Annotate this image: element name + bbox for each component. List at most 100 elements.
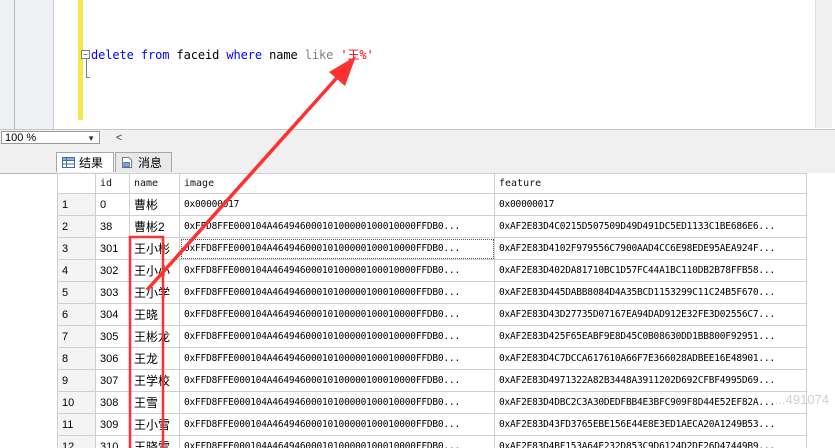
column-header[interactable]: image (179, 173, 495, 194)
image-cell[interactable]: 0x00000017 (179, 193, 495, 216)
row-number-cell[interactable]: 3 (57, 237, 96, 260)
feature-cell[interactable]: 0xAF2E83D43D27735D07167EA94DAD912E32FE3D… (494, 303, 807, 326)
name-cell[interactable]: 王龙 (129, 347, 180, 370)
column-header[interactable]: name (129, 173, 180, 194)
feature-cell[interactable]: 0xAF2E83D445DABB8084D4A35BCD1153299C11C2… (494, 281, 807, 304)
feature-cell[interactable]: 0xAF2E83D43FD3765EBE156E44E8E3ED1AECA20A… (494, 413, 807, 436)
image-cell[interactable]: 0xFFD8FFE000104A464946000101000001000100… (179, 435, 495, 448)
feature-cell[interactable]: 0xAF2E83D4DBC2C3A30DEDFBB4E3BFC909F8D44E… (494, 391, 807, 414)
row-number-cell[interactable]: 8 (57, 347, 96, 370)
id-cell[interactable]: 38 (95, 215, 130, 238)
image-cell[interactable]: 0xFFD8FFE000104A464946000101000001000100… (179, 237, 495, 260)
change-margin (78, 0, 83, 120)
grid-body: 1 0 曹彬 0x00000017 0x00000017 2 38 曹彬2 0xFFD8FFE0… (57, 193, 807, 448)
id-cell[interactable]: 303 (95, 281, 130, 304)
tab-results-label: 结果 (79, 156, 104, 170)
name-cell[interactable]: 王雪 (129, 391, 180, 414)
name-cell[interactable]: 王晓雪 (129, 435, 180, 448)
image-cell[interactable]: 0xFFD8FFE000104A464946000101000001000100… (179, 303, 495, 326)
feature-cell[interactable]: 0xAF2E83D425F65EABF9E8D45C0B08630DD1BB80… (494, 325, 807, 348)
table-row[interactable]: 6 304 王晓 0xFFD8FFE000104A464946000101000001… (57, 303, 807, 326)
kw-delete: delete (91, 48, 134, 62)
table-row[interactable]: 4 302 王小小 0xFFD8FFE000104A46494600010100000… (57, 259, 807, 282)
row-number-cell[interactable]: 5 (57, 281, 96, 304)
column-header[interactable]: feature (494, 173, 807, 194)
image-cell[interactable]: 0xFFD8FFE000104A464946000101000001000100… (179, 215, 495, 238)
table-row[interactable]: 10 308 王雪 0xFFD8FFE000104A46494600010100000… (57, 391, 807, 414)
name-cell[interactable]: 王彬龙 (129, 325, 180, 348)
name-cell[interactable]: 王学校 (129, 369, 180, 392)
table-row[interactable]: 3 301 王小彬 0xFFD8FFE000104A46494600010100000… (57, 237, 807, 260)
feature-cell[interactable]: 0x00000017 (494, 193, 807, 216)
id-cell[interactable]: 0 (95, 193, 130, 216)
scroll-left-icon[interactable]: < (112, 132, 126, 145)
row-number-cell[interactable]: 9 (57, 369, 96, 392)
table-row[interactable]: 8 306 王龙 0xFFD8FFE000104A464946000101000001… (57, 347, 807, 370)
table-row[interactable]: 5 303 王小学 0xFFD8FFE000104A46494600010100000… (57, 281, 807, 304)
id-cell[interactable]: 308 (95, 391, 130, 414)
name-cell[interactable]: 王小小 (129, 259, 180, 282)
outline-foot (86, 77, 90, 78)
feature-cell[interactable]: 0xAF2E83D4C7DCCA617610A66F7E366028ADBEE1… (494, 347, 807, 370)
id-cell[interactable]: 310 (95, 435, 130, 448)
header-row: id name image feature (57, 173, 807, 194)
row-number-cell[interactable]: 4 (57, 259, 96, 282)
row-number-cell[interactable]: 11 (57, 413, 96, 436)
sql-statement[interactable]: delete from faceid where name like '王%' (91, 46, 374, 63)
feature-cell[interactable]: 0xAF2E83D4971322A82B3448A3911202D692CFBF… (494, 369, 807, 392)
id-cell[interactable]: 309 (95, 413, 130, 436)
table-row[interactable]: 1 0 曹彬 0x00000017 0x00000017 (57, 193, 807, 216)
image-cell[interactable]: 0xFFD8FFE000104A464946000101000001000100… (179, 281, 495, 304)
image-cell[interactable]: 0xFFD8FFE000104A464946000101000001000100… (179, 347, 495, 370)
name-cell[interactable]: 曹彬2 (129, 215, 180, 238)
image-cell[interactable]: 0xFFD8FFE000104A464946000101000001000100… (179, 325, 495, 348)
table-row[interactable]: 11 309 王小雪 0xFFD8FFE000104A4649460001010000… (57, 413, 807, 436)
collapse-toggle-icon[interactable]: − (81, 50, 90, 59)
image-cell[interactable]: 0xFFD8FFE000104A464946000101000001000100… (179, 259, 495, 282)
results-table: id name image feature 1 0 曹彬 0x00000017 0x00… (57, 173, 807, 448)
image-cell[interactable]: 0xFFD8FFE000104A464946000101000001000100… (179, 391, 495, 414)
editor-vertical-scrollbar[interactable] (815, 0, 832, 128)
table-row[interactable]: 7 305 王彬龙 0xFFD8FFE000104A46494600010100000… (57, 325, 807, 348)
name-cell[interactable]: 王晓 (129, 303, 180, 326)
query-editor[interactable]: − delete from faceid where name like '王%… (54, 0, 832, 128)
id-cell[interactable]: 301 (95, 237, 130, 260)
chevron-down-icon[interactable]: ▼ (87, 132, 95, 145)
kw-from: from (140, 48, 170, 62)
feature-cell[interactable]: 0xAF2E83D4BF153A64E232D853C9D6124D2DF26D… (494, 435, 807, 448)
tab-messages[interactable]: 消息 (115, 152, 172, 172)
outline-line (86, 59, 87, 77)
feature-cell[interactable]: 0xAF2E83D402DA81710BC1D57FC44A1BC110DB2B… (494, 259, 807, 282)
row-number-cell[interactable]: 7 (57, 325, 96, 348)
op-like: like (304, 48, 334, 62)
name-cell[interactable]: 王小雪 (129, 413, 180, 436)
corner-cell[interactable] (57, 173, 96, 194)
table-row[interactable]: 12 310 王晓雪 0xFFD8FFE000104A4649460001010000… (57, 435, 807, 448)
kw-where: where (226, 48, 262, 62)
zoom-select[interactable]: 100 % ▼ (1, 131, 100, 144)
feature-cell[interactable]: 0xAF2E83D4102F979556C7900AAD4CC6E98EDE95… (494, 237, 807, 260)
table-row[interactable]: 2 38 曹彬2 0xFFD8FFE000104A464946000101000001… (57, 215, 807, 238)
id-cell[interactable]: 305 (95, 325, 130, 348)
zoom-value: 100 % (5, 132, 37, 144)
image-cell[interactable]: 0xFFD8FFE000104A464946000101000001000100… (179, 413, 495, 436)
id-cell[interactable]: 306 (95, 347, 130, 370)
row-number-cell[interactable]: 10 (57, 391, 96, 414)
row-number-cell[interactable]: 2 (57, 215, 96, 238)
column-header[interactable]: id (95, 173, 130, 194)
feature-cell[interactable]: 0xAF2E83D4C0215D507509D49D491DC5ED1133C1… (494, 215, 807, 238)
row-number-cell[interactable]: 12 (57, 435, 96, 448)
name-cell[interactable]: 王小学 (129, 281, 180, 304)
id-cell[interactable]: 304 (95, 303, 130, 326)
id-cell[interactable]: 302 (95, 259, 130, 282)
row-number-cell[interactable]: 6 (57, 303, 96, 326)
results-grid[interactable]: id name image feature 1 0 曹彬 0x00000017 0x00… (57, 173, 835, 448)
image-cell[interactable]: 0xFFD8FFE000104A464946000101000001000100… (179, 369, 495, 392)
gutter-divider (14, 0, 15, 130)
id-cell[interactable]: 307 (95, 369, 130, 392)
row-number-cell[interactable]: 1 (57, 193, 96, 216)
name-cell[interactable]: 曹彬 (129, 193, 180, 216)
table-row[interactable]: 9 307 王学校 0xFFD8FFE000104A46494600010100000… (57, 369, 807, 392)
tab-results[interactable]: 结果 (56, 152, 114, 172)
name-cell[interactable]: 王小彬 (129, 237, 180, 260)
